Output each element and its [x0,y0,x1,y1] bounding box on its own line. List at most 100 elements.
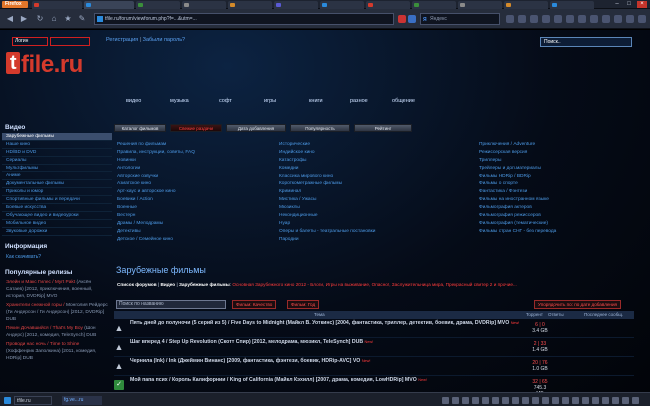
sidebar-item[interactable]: Спортивные фильмы и передачи [2,196,112,205]
category-link[interactable]: Авторские озвучки [117,173,195,181]
tray-icon[interactable] [532,397,539,404]
nav-games[interactable]: игры [264,98,276,104]
sidebar-item[interactable]: Аниме [2,172,112,181]
category-link[interactable]: Триллеры [479,157,556,165]
category-link[interactable]: Некондиционные [279,212,375,220]
category-link[interactable]: Классика мирового кино [279,173,375,181]
category-link[interactable]: Фантастика / Фэнтези [479,188,556,196]
addon-icon[interactable] [614,15,622,23]
browser-tab[interactable] [228,1,272,9]
tray-icon[interactable] [442,397,449,404]
filter-fresh-button[interactable]: Свежие раздачи [170,124,222,132]
filter-year-button[interactable]: Фильм: Год [287,300,320,309]
category-link[interactable]: Детективы [117,228,195,236]
popular-release-title[interactable]: Проводи нас ночь / Time to Shine [6,342,79,347]
category-link[interactable]: Арт-хаус и авторское кино [117,188,195,196]
category-link[interactable]: Криминал [279,188,375,196]
tray-icon[interactable] [592,397,599,404]
forgot-password-link[interactable]: Забыли пароль? [143,37,185,43]
category-link[interactable]: Решения по фильмам [117,141,195,149]
status-site[interactable]: tfile.ru [14,396,52,405]
nav-books[interactable]: книги [309,98,323,104]
popular-release-title[interactable]: Элейн и Макс Гилес / Myrt Pakt [6,280,75,285]
category-link[interactable]: Катастрофы [279,157,375,165]
how-to-download-link[interactable]: Как скачивать? [2,252,112,262]
bookmark-icon[interactable]: ★ [62,13,74,25]
category-link[interactable]: Мистика / Ужасы [279,196,375,204]
tray-icon[interactable] [582,397,589,404]
register-link[interactable]: Регистрация [106,37,138,43]
category-link[interactable]: Боевики / Action [117,196,195,204]
category-link[interactable]: Индийское кино [279,149,375,157]
category-link[interactable]: Исторические [279,141,375,149]
popular-release-title[interactable]: Пекин Дочавшийся / That's My Boy [6,326,83,331]
tray-icon[interactable] [522,397,529,404]
torrent-title-text[interactable]: Шаг вперед 4 / Step Up Revolution (Скотт… [130,339,363,345]
torrent-title-text[interactable]: Пять дней до полуночи (5 серий из 5) / F… [130,320,509,326]
rss-icon[interactable] [398,15,406,23]
firefox-menu-button[interactable]: Firefox [2,1,28,8]
filter-rating-button[interactable]: Рейтинг [354,124,412,132]
reload-icon[interactable]: ↻ [34,13,46,25]
addon-icon[interactable] [554,15,562,23]
sidebar-item[interactable]: Звуковые дорожки [2,228,112,236]
sidebar-item[interactable]: Обучающее видео и видеоуроки [2,212,112,220]
addon-icon[interactable] [602,15,610,23]
address-bar[interactable]: tfile.ru/forum/viewforum.php?f=...&utm=.… [94,13,394,25]
login-field[interactable]: Логин [12,37,48,46]
browser-tab[interactable] [504,1,548,9]
torrent-search-input[interactable]: Поиск по названию [116,300,226,309]
sidebar-item[interactable]: Документальные фильмы [2,180,112,189]
torrent-title-text[interactable]: Чернила (Ink) / Ink (Джеймин Винанс) [20… [130,358,360,364]
browser-tab[interactable] [32,1,82,9]
torrent-title[interactable]: Чернила (Ink) / Ink (Джеймин Винанс) [20… [130,358,530,366]
tray-icon[interactable] [632,397,639,404]
sidebar-item[interactable]: Мобильное видео [2,220,112,228]
close-icon[interactable]: × [637,1,647,8]
tray-icon[interactable] [472,397,479,404]
torrent-title-text[interactable]: Мой папа псих / Король Калифорнии / King… [130,377,417,383]
category-link[interactable]: Фильмы HDRip / BDRip [479,173,556,181]
category-link[interactable]: Фильмография режиссеров [479,212,556,220]
popular-release-title[interactable]: Хранители снежной горы / [6,303,65,308]
sidebar-item[interactable]: HD/BD и DVD [2,149,112,157]
category-link[interactable]: Нуар [279,220,375,228]
breadcrumb-announcement[interactable]: Основная Зарубежного кино 2012 - Блоги, … [232,282,516,287]
home-icon[interactable]: ⌂ [48,13,60,25]
addon-icon[interactable] [530,15,538,23]
category-link[interactable]: Пародии [279,236,375,244]
popular-release[interactable]: Хранители снежной горы / Монголия Рейдер… [2,301,112,324]
category-link[interactable]: Правила, инструкции, советы, FAQ [117,149,195,157]
browser-tab[interactable] [412,1,456,9]
category-link[interactable]: Оперы и балеты - театральные постановки [279,228,375,236]
back-icon[interactable]: ◀ [4,13,16,25]
category-link[interactable]: Фильмография (тематические) [479,220,556,228]
category-link[interactable]: Фильмы о спорте [479,180,556,188]
addon-icon[interactable] [626,15,634,23]
browser-tab[interactable] [182,1,226,9]
sidebar-item[interactable]: Приколы и юмор [2,188,112,197]
star-icon[interactable] [408,15,416,23]
table-row[interactable]: ▲ Шаг вперед 4 / Step Up Revolution (Ско… [114,338,634,357]
breadcrumb-video[interactable]: Видео [160,282,175,287]
popular-release[interactable]: Элейн и Макс Гилес / Myrt Pakt (Аксён Са… [2,278,112,301]
breadcrumb-current[interactable]: Зарубежные фильмы [179,282,230,287]
category-link[interactable]: Приключения / Adventure [479,141,556,149]
breadcrumb-forum-list[interactable]: Список форумов [117,282,157,287]
tray-icon[interactable] [612,397,619,404]
table-row[interactable]: ▲ Чернила (Ink) / Ink (Джеймин Винанс) [… [114,357,634,376]
browser-search-field[interactable]: Я Яндекс [420,13,500,25]
tray-icon[interactable] [462,397,469,404]
torrent-title[interactable]: Пять дней до полуночи (5 серий из 5) / F… [130,320,530,328]
addon-icon[interactable] [542,15,550,23]
password-field[interactable] [50,37,90,46]
download-icon[interactable] [506,15,514,23]
filter-catalog-button[interactable]: Каталог фильмов [114,124,166,132]
sidebar-item[interactable]: Наше кино [2,141,112,149]
tray-icon[interactable] [512,397,519,404]
tray-icon[interactable] [542,397,549,404]
category-link[interactable]: Вестерн [117,212,195,220]
category-link[interactable]: Фильмы стран СНГ - без перевода [479,228,556,236]
addon-icon[interactable] [578,15,586,23]
browser-tab[interactable] [274,1,318,9]
